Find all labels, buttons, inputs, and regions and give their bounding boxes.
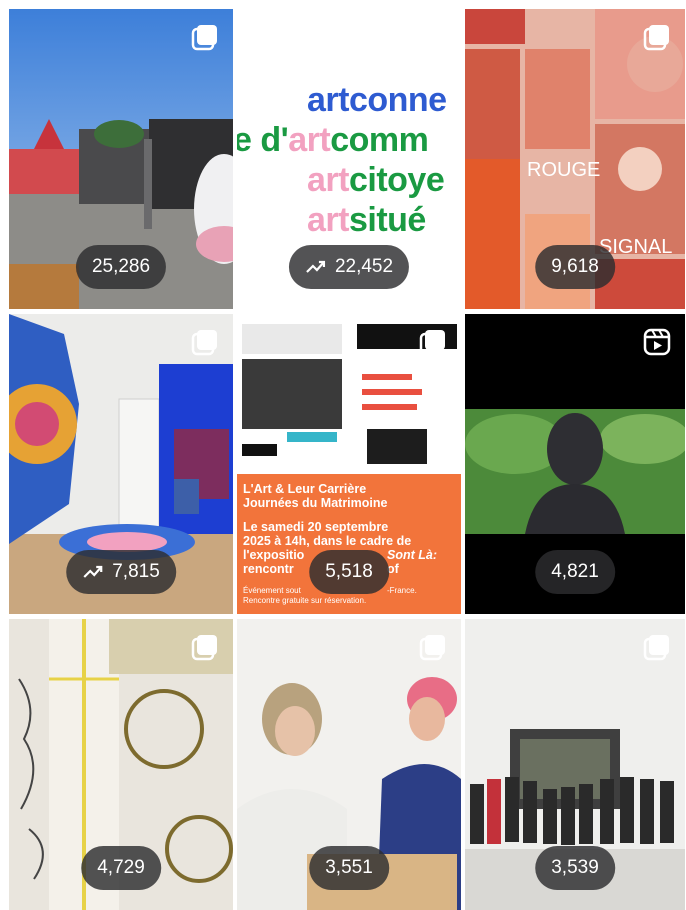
view-count: 22,452	[334, 256, 394, 277]
carousel-icon	[643, 23, 671, 51]
view-count-badge: 25,286	[75, 245, 167, 289]
view-count-badge: 4,729	[81, 846, 161, 890]
poster-date: Le samedi 20 septembre	[243, 520, 389, 534]
carousel-icon	[191, 633, 219, 661]
reels-icon	[643, 328, 671, 356]
poster-exhibition: l'expositio	[243, 548, 305, 562]
post-tile-2[interactable]: artconne e d'artcomm artcitoye artsitué …	[237, 9, 461, 309]
view-count-badge: 7,815	[66, 550, 176, 594]
view-count: 7,815	[112, 561, 160, 582]
post-tile-4[interactable]: 7,815	[9, 314, 233, 614]
view-count-badge: 3,539	[535, 846, 615, 890]
carousel-icon	[191, 328, 219, 356]
poster-exhibition-name: Sont Là:	[387, 548, 437, 562]
text-de: e d'	[237, 121, 289, 159]
text-art: art	[288, 121, 331, 159]
carousel-icon	[643, 633, 671, 661]
post-tile-9[interactable]: 3,539	[465, 619, 685, 910]
view-count-badge: 9,618	[535, 245, 615, 289]
view-count: 5,518	[325, 561, 373, 582]
view-count-badge: 22,452	[288, 245, 410, 289]
text-conne: conne	[348, 81, 447, 119]
text-art: art	[307, 81, 349, 119]
post-tile-3[interactable]: ROUGE SIGNAL 9,618	[465, 9, 685, 309]
trending-icon	[83, 565, 103, 578]
poster-reservation: Rencontre gratuite sur réservation.	[243, 596, 367, 605]
view-count: 4,729	[97, 857, 145, 878]
poster-title: L'Art & Leur Carrière	[243, 482, 367, 496]
post-tile-1[interactable]: 25,286	[9, 9, 233, 309]
post-tile-6[interactable]: 4,821	[465, 314, 685, 614]
text-art: art	[307, 161, 349, 199]
view-count: 4,821	[551, 561, 599, 582]
view-count-badge: 5,518	[309, 550, 389, 594]
view-count: 25,286	[91, 256, 151, 277]
text-comm: comm	[330, 121, 429, 159]
poster-meeting: rencontr	[243, 562, 294, 576]
post-tile-7[interactable]: 4,729	[9, 619, 233, 910]
view-count-badge: 3,551	[309, 846, 389, 890]
view-count: 3,539	[551, 857, 599, 878]
comic-word-rouge: ROUGE	[527, 159, 601, 181]
carousel-icon	[419, 633, 447, 661]
text-situe: situé	[348, 201, 426, 239]
post-grid: 25,286 artconne e d'artcomm artcitoye ar…	[9, 9, 685, 910]
trending-icon	[306, 260, 326, 273]
text-citoye: citoye	[348, 161, 445, 199]
poster-subtitle: Journées du Matrimoine	[243, 496, 388, 510]
poster-time: 2025 à 14h, dans le cadre de	[243, 534, 412, 548]
text-art: art	[307, 201, 349, 239]
post-tile-8[interactable]: 3,551	[237, 619, 461, 910]
poster-sponsor: Événement sout	[243, 586, 301, 595]
view-count: 9,618	[551, 256, 599, 277]
view-count: 3,551	[325, 857, 373, 878]
view-count-badge: 4,821	[535, 550, 615, 594]
post-tile-5[interactable]: L'Art & Leur Carrière Journées du Matrim…	[237, 314, 461, 614]
carousel-icon	[191, 23, 219, 51]
carousel-icon	[419, 328, 447, 356]
poster-sponsor-end: -France.	[387, 586, 417, 595]
